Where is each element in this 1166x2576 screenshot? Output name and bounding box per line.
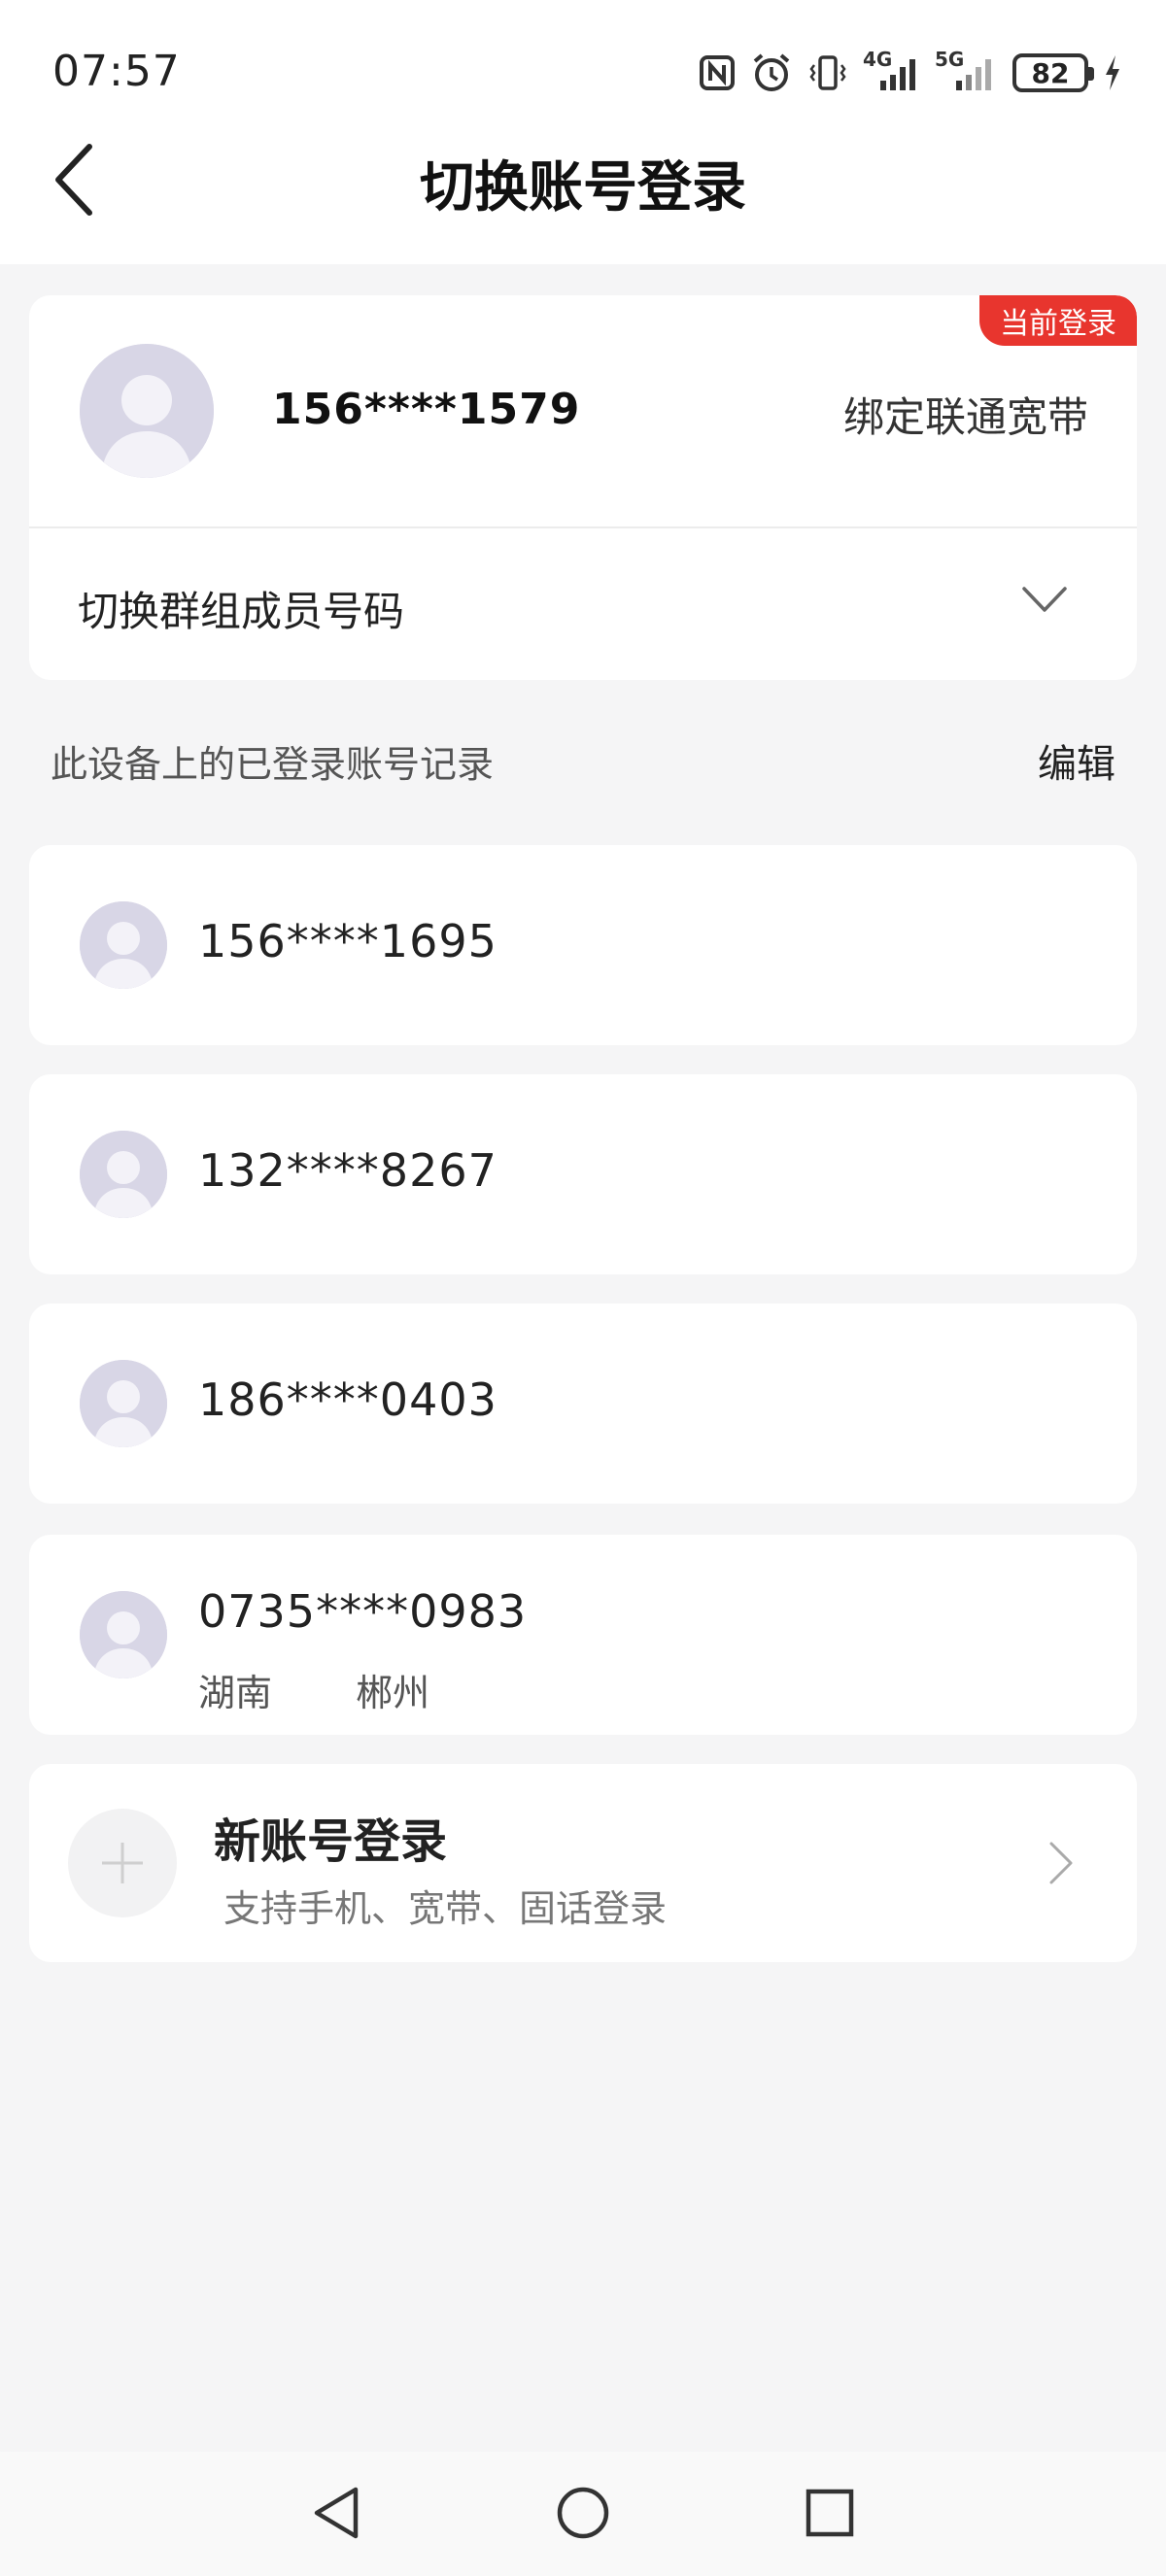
triangle-back-icon [314, 2487, 359, 2539]
group-switch-label: 切换群组成员号码 [78, 588, 405, 635]
account-row[interactable]: 186****0403 [29, 1304, 1137, 1504]
account-number: 186****0403 [198, 1373, 497, 1426]
avatar [80, 1360, 167, 1447]
avatar [80, 344, 214, 478]
signal-4g-icon: 4G [863, 48, 921, 94]
status-icons: 4G 5G 82 [698, 48, 1123, 97]
alarm-icon [753, 53, 790, 91]
account-province: 湖南 [198, 1672, 273, 1714]
account-number: 132****8267 [198, 1144, 497, 1197]
status-time: 07:57 [52, 47, 181, 96]
battery-icon: 82 [1012, 53, 1094, 92]
account-location: 湖南 郴州 [198, 1663, 429, 1716]
avatar [80, 1591, 167, 1678]
new-account-title: 新账号登录 [214, 1814, 448, 1869]
nfc-icon [700, 55, 735, 90]
nav-home-button[interactable] [544, 2479, 622, 2547]
account-row[interactable]: 156****1695 [29, 845, 1137, 1045]
account-switch-page: 07:57 4G 5G 82 切换账号登录 当前登录 156****1579 绑… [0, 0, 1166, 2576]
vibrate-icon [809, 55, 846, 90]
system-nav-bar [0, 2452, 1166, 2576]
edit-button[interactable]: 编辑 [1038, 732, 1115, 789]
nav-recents-button[interactable] [791, 2479, 869, 2547]
default-avatar-icon [80, 1131, 167, 1218]
current-login-badge: 当前登录 [979, 295, 1137, 346]
avatar [80, 1131, 167, 1218]
default-avatar-icon [80, 901, 167, 989]
nav-back-button[interactable] [297, 2479, 375, 2547]
account-number: 156****1695 [198, 915, 497, 967]
chevron-right-icon [1049, 1842, 1073, 1884]
account-row[interactable]: 132****8267 [29, 1074, 1137, 1274]
new-account-subtitle: 支持手机、宽带、固话登录 [223, 1887, 668, 1930]
plus-icon [102, 1843, 143, 1883]
history-section-title: 此设备上的已登录账号记录 [51, 743, 495, 786]
square-recents-icon [806, 2489, 854, 2537]
signal-5g-icon: 5G [935, 48, 999, 94]
bind-broadband-button[interactable]: 绑定联通宽带 [843, 385, 1088, 444]
avatar [80, 901, 167, 989]
default-avatar-icon [80, 1591, 167, 1678]
current-account-card: 当前登录 156****1579 绑定联通宽带 切换群组成员号码 [29, 295, 1137, 680]
default-avatar-icon [80, 344, 214, 478]
account-row[interactable]: 0735****0983 湖南 郴州 [29, 1535, 1137, 1735]
circle-home-icon [557, 2487, 609, 2539]
new-account-login-button[interactable]: 新账号登录 支持手机、宽带、固话登录 [29, 1764, 1137, 1962]
chevron-down-icon [1022, 587, 1067, 612]
account-city: 郴州 [356, 1672, 430, 1714]
group-member-switch-dropdown[interactable]: 切换群组成员号码 [29, 528, 1137, 680]
top-bar: 07:57 4G 5G 82 切换账号登录 [0, 0, 1166, 264]
account-number: 0735****0983 [198, 1585, 528, 1638]
charging-icon [1106, 55, 1119, 90]
default-avatar-icon [80, 1360, 167, 1447]
page-title: 切换账号登录 [420, 156, 746, 220]
plus-icon-circle [68, 1809, 177, 1917]
current-account-number: 156****1579 [272, 385, 581, 434]
